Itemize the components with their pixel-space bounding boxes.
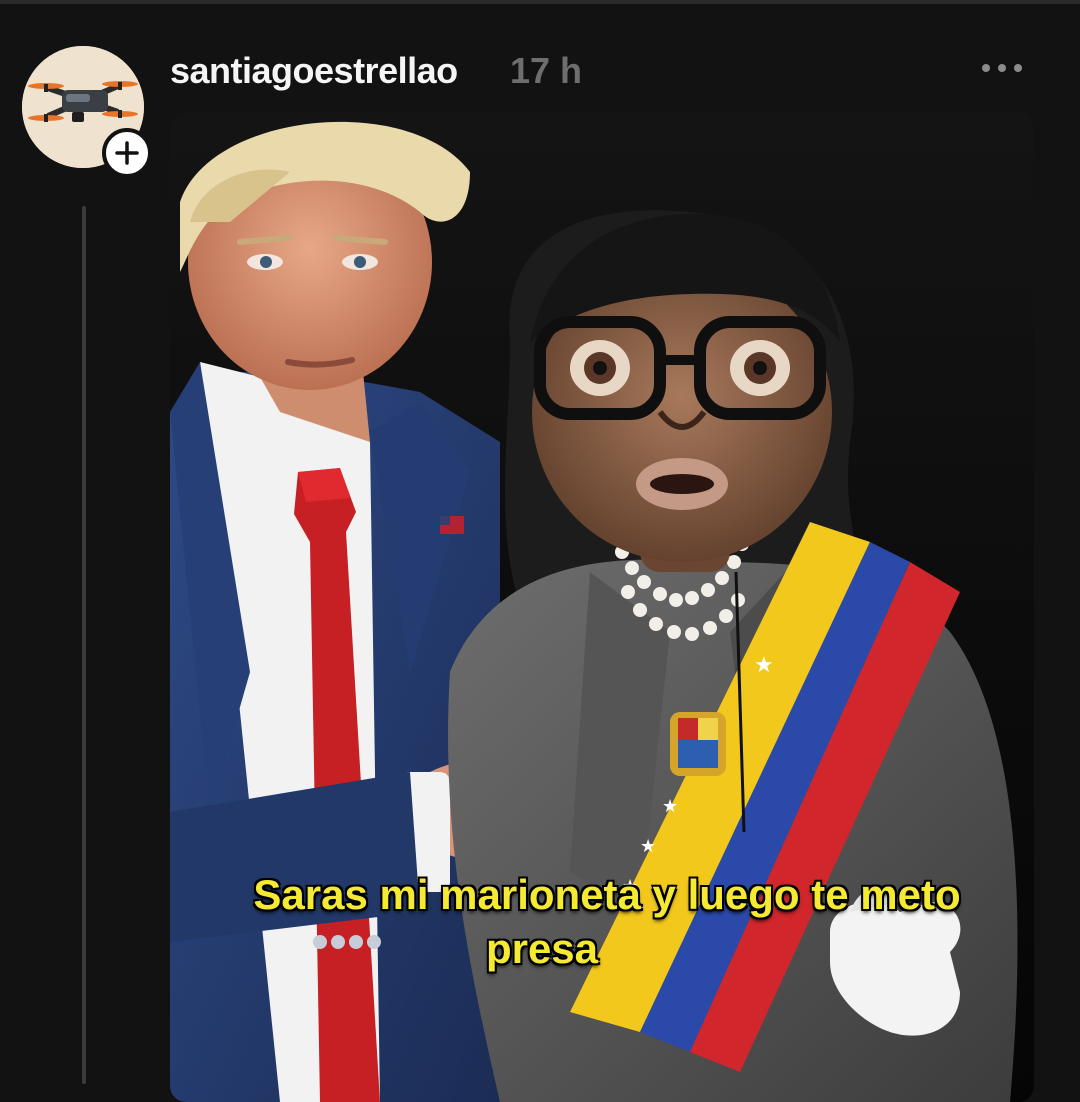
caption-line-2: presa	[485, 925, 599, 972]
meme-caption: Saras mi marioneta y luego te meto presa	[170, 868, 1034, 976]
post-image[interactable]: ★ ★ ★ ★ Saras mi marioneta y luego te me…	[170, 112, 1034, 1102]
svg-text:★: ★	[640, 836, 656, 857]
follow-button[interactable]	[102, 128, 152, 178]
plus-icon	[115, 141, 139, 165]
svg-text:★: ★	[754, 653, 774, 678]
more-dots-icon	[982, 64, 1022, 72]
thread-line	[82, 206, 86, 1084]
top-divider	[0, 0, 1080, 4]
svg-text:★: ★	[662, 796, 678, 817]
caption-line-1: Saras mi marioneta y luego te meto	[253, 871, 961, 918]
timestamp: 17 h	[510, 50, 583, 91]
more-options-button[interactable]	[976, 48, 1028, 88]
username[interactable]: santiagoestrellao	[170, 50, 458, 92]
